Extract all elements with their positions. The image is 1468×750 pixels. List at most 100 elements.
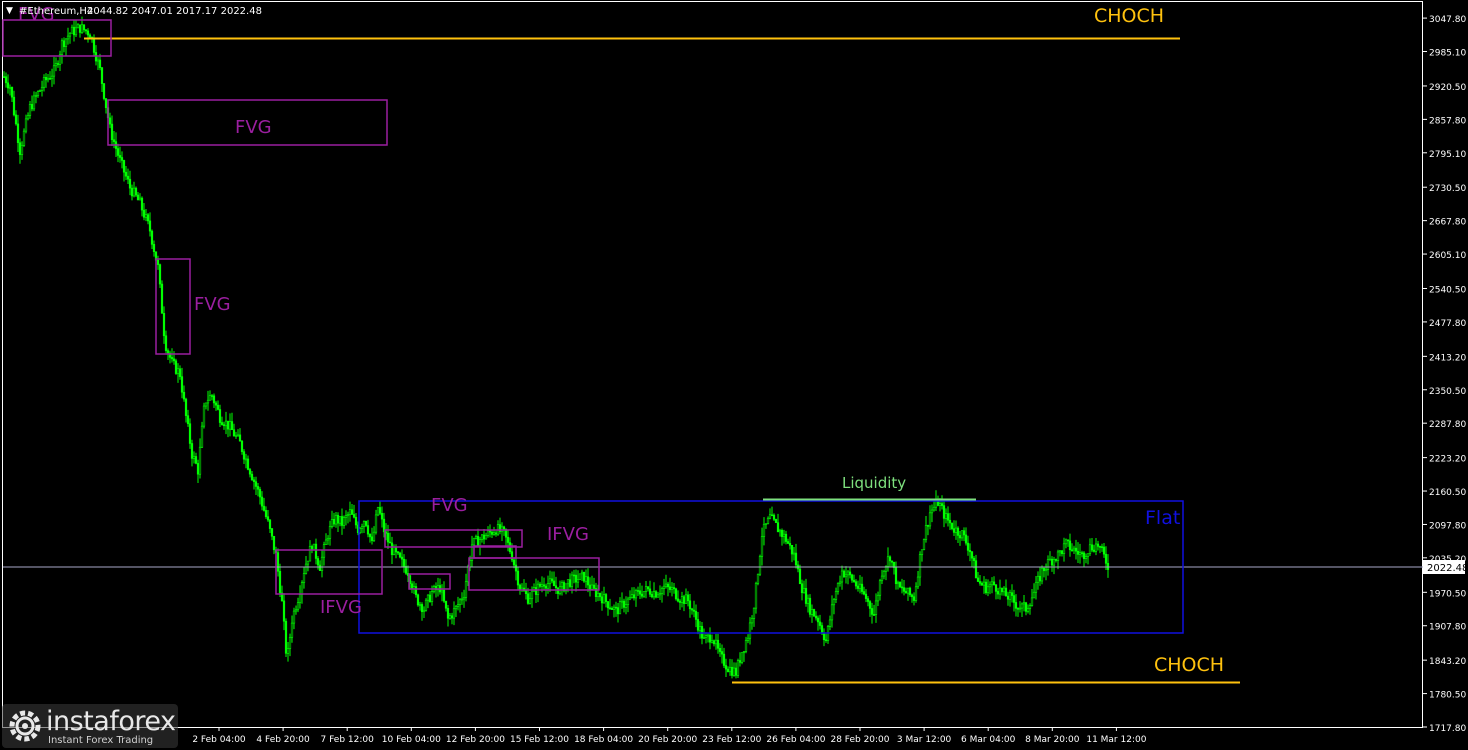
- candle-body: [748, 622, 752, 639]
- price-axis[interactable]: 3047.80 2985.10 2920.50 2857.80 2795.10 2730.…: [1423, 15, 1466, 734]
- candle-body: [832, 599, 836, 606]
- candle-body: [898, 581, 902, 588]
- candle-body: [174, 360, 178, 374]
- candle-body: [840, 570, 844, 583]
- candle-body: [60, 40, 64, 55]
- y-tick-label: 2985.10: [1429, 49, 1466, 59]
- candle-body: [550, 578, 554, 582]
- candle-body: [896, 581, 900, 585]
- candle-body: [646, 586, 650, 590]
- candle-body: [200, 425, 204, 448]
- candle-body: [142, 209, 146, 218]
- candle-body: [998, 587, 1002, 595]
- candle-body: [314, 543, 318, 559]
- candle-body: [720, 651, 724, 655]
- candle-body: [844, 574, 848, 578]
- candle-body: [322, 544, 326, 558]
- candle-body: [210, 395, 214, 397]
- candle-body: [198, 446, 202, 475]
- candle-body: [930, 509, 934, 514]
- candle-body: [968, 550, 972, 553]
- candle-body: [920, 549, 924, 555]
- candle-body: [134, 187, 138, 196]
- x-tick-label: 4 Feb 20:00: [256, 735, 310, 745]
- candle-body: [770, 514, 774, 517]
- candle-body: [104, 98, 108, 109]
- candle-body: [604, 594, 608, 602]
- candle-body: [1016, 608, 1020, 610]
- candle-body: [698, 626, 702, 631]
- candle-body: [292, 610, 296, 624]
- candle-body: [392, 546, 396, 555]
- candle-body: [474, 536, 478, 539]
- candle-body: [950, 522, 954, 529]
- candle-body: [102, 83, 106, 99]
- candle-body: [420, 604, 424, 613]
- ifvg-label-left: IFVG: [320, 597, 362, 618]
- candle-body: [1028, 605, 1032, 609]
- candle-body: [584, 576, 588, 582]
- time-axis[interactable]: 2 Feb 04:00 4 Feb 20:00 7 Feb 12:00 10 Feb …: [192, 727, 1147, 745]
- x-tick-label: 28 Feb 20:00: [830, 735, 889, 745]
- candle-body: [908, 587, 912, 596]
- candle-body: [1000, 587, 1004, 593]
- candle-body: [80, 24, 84, 33]
- symbol-label: #Ethereum,H4: [19, 6, 93, 17]
- candle-body: [378, 507, 382, 514]
- candle-body: [774, 519, 778, 523]
- candle-body: [446, 607, 450, 619]
- candle-body: [872, 614, 876, 616]
- candle-body: [366, 525, 370, 535]
- candle-body: [1018, 607, 1022, 610]
- candle-body: [116, 148, 120, 156]
- candle-body: [772, 514, 776, 520]
- price-chart[interactable]: FVG FVG FVG FVG IFVG IFVG CHOCH CHOCH Fl…: [0, 0, 1468, 750]
- x-tick-label: 15 Feb 12:00: [510, 735, 569, 745]
- y-tick-label: 2540.50: [1429, 285, 1466, 295]
- candle-body: [660, 588, 664, 594]
- candle-body: [912, 596, 916, 601]
- candle-body: [850, 574, 854, 581]
- candle-body: [702, 637, 706, 639]
- candle-body: [282, 600, 286, 622]
- y-tick-label: 2223.20: [1429, 455, 1466, 465]
- candle-body: [6, 82, 10, 89]
- candle-body: [448, 615, 452, 619]
- candle-body: [242, 451, 246, 460]
- candle-body: [82, 24, 86, 31]
- candle-body: [820, 625, 824, 634]
- candle-body: [572, 574, 576, 577]
- candle-body: [234, 435, 238, 437]
- candle-body: [888, 556, 892, 562]
- candle-body: [364, 521, 368, 526]
- candle-body: [256, 486, 260, 490]
- candle-body: [1068, 540, 1072, 551]
- candle-body: [502, 526, 506, 530]
- candle-body: [1084, 556, 1088, 559]
- candle-body: [1088, 544, 1092, 554]
- y-tick-label: 1907.80: [1429, 623, 1466, 633]
- candle-body: [834, 591, 838, 600]
- candle-body: [368, 533, 372, 538]
- candle-body: [596, 593, 600, 598]
- candle-body: [586, 576, 590, 586]
- candle-body: [804, 588, 808, 604]
- candle-body: [374, 514, 378, 533]
- candle-body: [330, 519, 334, 527]
- chart-menu-arrow-icon[interactable]: ▼: [6, 6, 13, 16]
- x-tick-label: 3 Mar 12:00: [897, 735, 952, 745]
- candle-body: [976, 577, 980, 582]
- candle-body: [476, 536, 480, 547]
- candle-body: [762, 523, 766, 537]
- candle-body: [652, 591, 656, 598]
- candle-body: [166, 350, 170, 354]
- candle-body: [28, 104, 32, 116]
- candle-body: [692, 609, 696, 612]
- candle-body: [1038, 575, 1042, 582]
- candle-body: [722, 653, 726, 666]
- candle-body: [630, 594, 634, 598]
- candle-body: [970, 551, 974, 559]
- ifvg-label-right: IFVG: [547, 524, 589, 545]
- candle-body: [864, 593, 868, 599]
- candle-body: [344, 515, 348, 518]
